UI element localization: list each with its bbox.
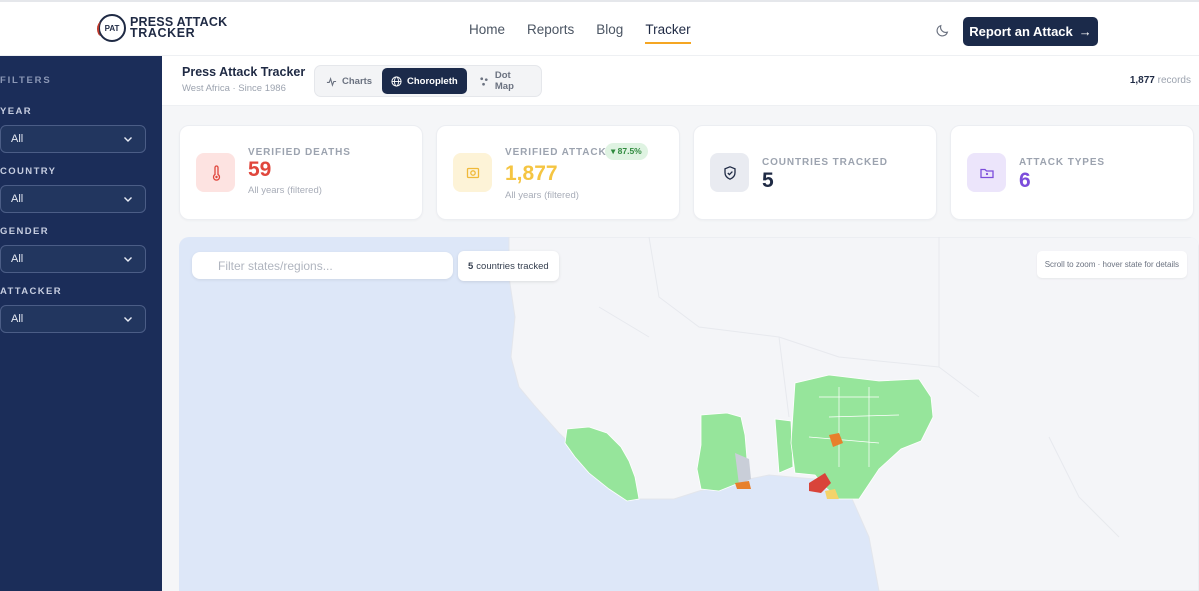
country-select[interactable]: All — [0, 185, 146, 213]
tab-choropleth[interactable]: Choropleth — [382, 68, 467, 94]
stat-card-countries: COUNTRIES TRACKED 5 — [693, 125, 937, 220]
page-subtitle: West Africa · Since 1986 — [182, 83, 286, 94]
stat-card-attacks: VERIFIED ATTACKS ▾ 87.5% 1,877 All years… — [436, 125, 680, 220]
report-attack-button[interactable]: Report an Attack → — [963, 17, 1098, 46]
filters-title: FILTERS — [0, 75, 52, 86]
chevron-down-icon — [124, 257, 132, 262]
main-content: Press Attack Tracker West Africa · Since… — [162, 56, 1199, 591]
activity-icon — [326, 76, 337, 87]
countries-tracked-pill: 5 countries tracked — [458, 251, 559, 281]
stat-value: 6 — [1019, 169, 1031, 192]
stat-value: 1,877 — [505, 162, 558, 185]
map-hint: Scroll to zoom · hover state for details — [1036, 251, 1187, 278]
stat-subtext: All years (filtered) — [505, 190, 579, 201]
nav-tracker[interactable]: Tracker — [645, 22, 691, 44]
report-attack-label: Report an Attack — [969, 24, 1073, 39]
region-search-input[interactable]: Filter states/regions... — [192, 252, 453, 279]
thermometer-icon — [196, 153, 235, 192]
chevron-down-icon — [124, 197, 132, 202]
stat-label: VERIFIED ATTACKS — [505, 147, 615, 158]
filter-label-year: YEAR — [0, 106, 32, 117]
gender-select-value: All — [11, 253, 24, 265]
country-select-value: All — [11, 193, 24, 205]
arrow-right-icon: → — [1078, 24, 1092, 39]
stat-card-attack-types: ATTACK TYPES 6 — [950, 125, 1194, 220]
stat-card-deaths: VERIFIED DEATHS 59 All years (filtered) — [179, 125, 423, 220]
stat-subtext: All years (filtered) — [248, 185, 322, 196]
choropleth-map[interactable]: Filter states/regions... 5 countries tra… — [179, 237, 1199, 591]
nav-blog[interactable]: Blog — [596, 22, 623, 44]
stat-label: ATTACK TYPES — [1019, 157, 1105, 168]
region-search-placeholder: Filter states/regions... — [218, 258, 333, 273]
countries-label: countries tracked — [476, 260, 549, 272]
nav-reports[interactable]: Reports — [527, 22, 574, 44]
page-title: Press Attack Tracker — [182, 65, 306, 79]
tab-choropleth-label: Choropleth — [407, 75, 458, 87]
chevron-down-icon — [124, 137, 132, 142]
shield-icon — [710, 153, 749, 192]
top-navbar: PAT PRESS ATTACK TRACKER Home Reports Bl… — [0, 0, 1199, 56]
attacker-select-value: All — [11, 313, 24, 325]
countries-count: 5 — [468, 260, 474, 272]
tab-charts-label: Charts — [342, 75, 373, 87]
tab-dot-map-label: Dot Map — [494, 70, 514, 92]
filters-sidebar: FILTERS YEAR All COUNTRY All GENDER All … — [0, 56, 162, 591]
filter-label-country: COUNTRY — [0, 166, 57, 177]
map-canvas[interactable] — [179, 237, 1199, 591]
stat-value: 59 — [248, 158, 272, 181]
attacker-select[interactable]: All — [0, 305, 146, 333]
records-label: records — [1157, 75, 1191, 86]
camera-icon — [453, 153, 492, 192]
records-number: 1,877 — [1129, 75, 1155, 86]
gender-select[interactable]: All — [0, 245, 146, 273]
dots-icon — [480, 76, 488, 86]
year-select[interactable]: All — [0, 125, 146, 153]
theme-toggle-moon-icon[interactable] — [936, 23, 950, 37]
brand-logo[interactable]: PAT PRESS ATTACK TRACKER — [97, 14, 227, 42]
tab-dot-map[interactable]: Dot Map — [470, 68, 541, 94]
brand-line-2: TRACKER — [130, 26, 196, 40]
filter-label-gender: GENDER — [0, 226, 50, 237]
chevron-down-icon — [124, 317, 132, 322]
view-tabs: Charts Choropleth Dot Map — [314, 65, 542, 97]
tracker-header: Press Attack Tracker West Africa · Since… — [162, 56, 1199, 106]
main-nav: Home Reports Blog Tracker — [469, 22, 691, 44]
tab-charts[interactable]: Charts — [317, 68, 381, 94]
records-count: 1,877 records — [1130, 75, 1191, 86]
globe-icon — [391, 75, 402, 87]
filter-label-attacker: ATTACKER — [0, 286, 63, 297]
year-select-value: All — [11, 133, 24, 145]
folder-icon — [967, 153, 1006, 192]
stat-label: VERIFIED DEATHS — [248, 147, 351, 158]
stat-label: COUNTRIES TRACKED — [762, 157, 888, 168]
trend-badge: ▾ 87.5% — [605, 143, 648, 160]
logo-mark-icon: PAT — [97, 14, 126, 42]
nav-home[interactable]: Home — [469, 22, 505, 44]
stat-value: 5 — [762, 169, 774, 192]
